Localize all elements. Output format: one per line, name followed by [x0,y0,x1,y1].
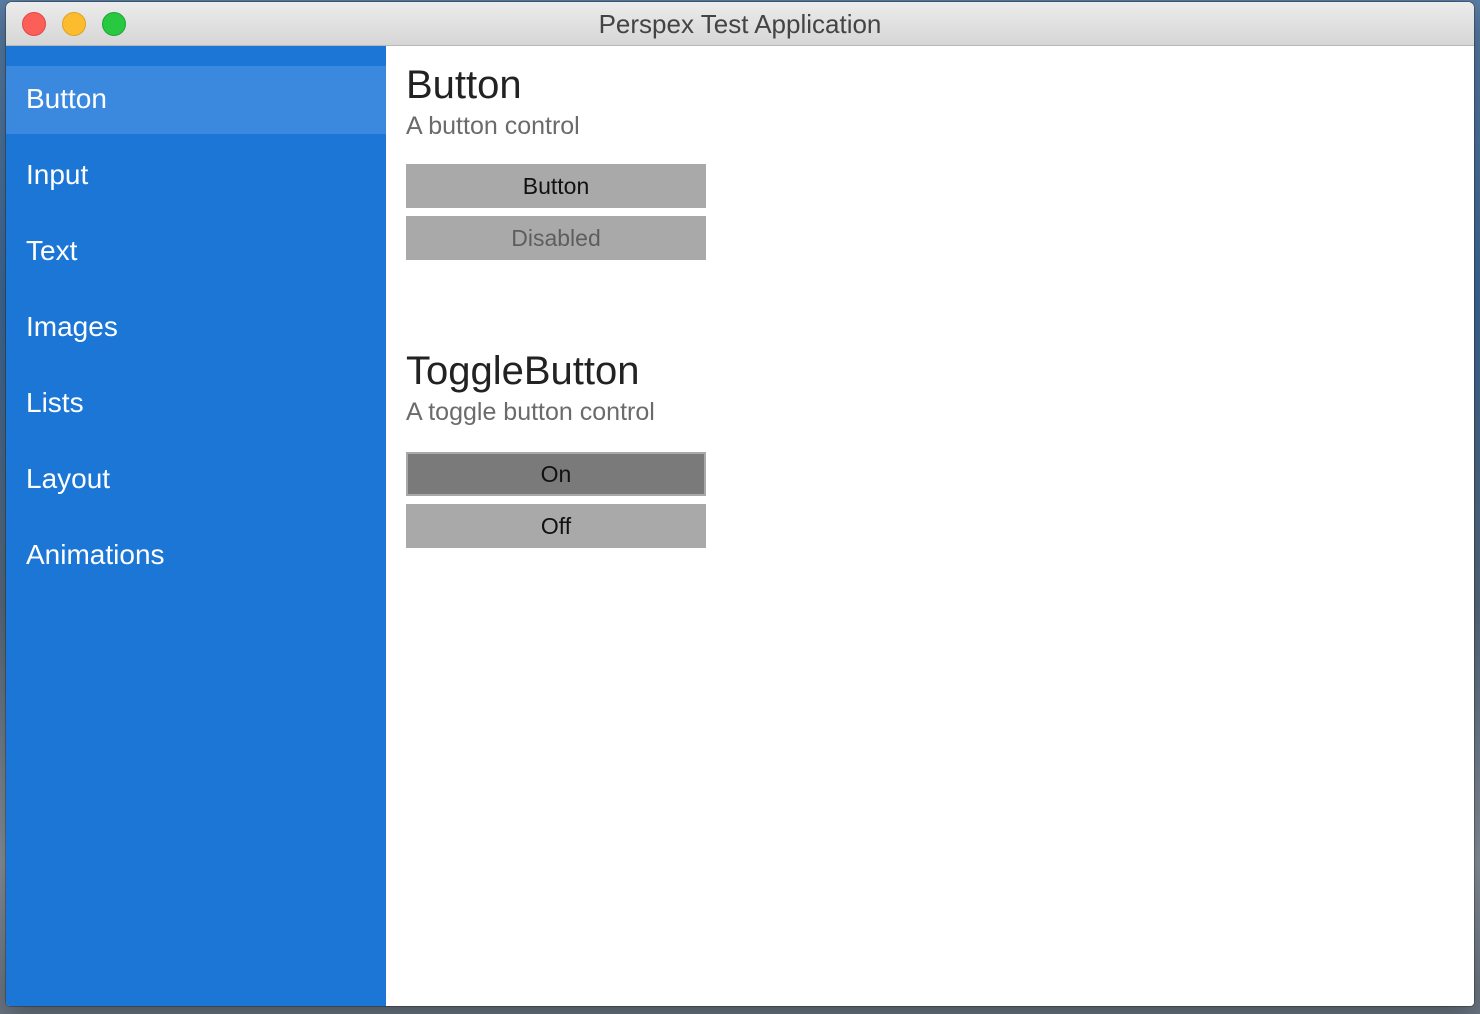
section-title: ToggleButton [406,349,640,393]
toggle-on-button[interactable]: On [406,452,706,496]
sidebar-item-layout[interactable]: Layout [6,446,386,514]
toggle-off-button[interactable]: Off [406,504,706,548]
section-description: A toggle button control [406,398,655,426]
title-bar[interactable]: Perspex Test Application [6,2,1474,46]
section-title: Button [406,63,522,107]
main-content: Button A button control Button Disabled … [386,46,1474,1006]
sidebar: Button Input Text Images Lists Layout An… [6,46,386,1006]
sidebar-item-lists[interactable]: Lists [6,370,386,438]
button-section: Button A button control Button Disabled [406,62,706,260]
demo-button[interactable]: Button [406,164,706,208]
window-title: Perspex Test Application [598,9,882,39]
sidebar-item-animations[interactable]: Animations [6,522,386,590]
disabled-button: Disabled [406,216,706,260]
sidebar-item-button[interactable]: Button [6,66,386,134]
section-description: A button control [406,112,580,140]
sidebar-nav: Button Input Text Images Lists Layout An… [6,66,386,598]
sidebar-item-text[interactable]: Text [6,218,386,286]
app-window: Perspex Test Application Button Input Te… [6,2,1474,1006]
toggle-button-section: ToggleButton A toggle button control On … [406,348,706,548]
sidebar-item-input[interactable]: Input [6,142,386,210]
sidebar-item-images[interactable]: Images [6,294,386,362]
